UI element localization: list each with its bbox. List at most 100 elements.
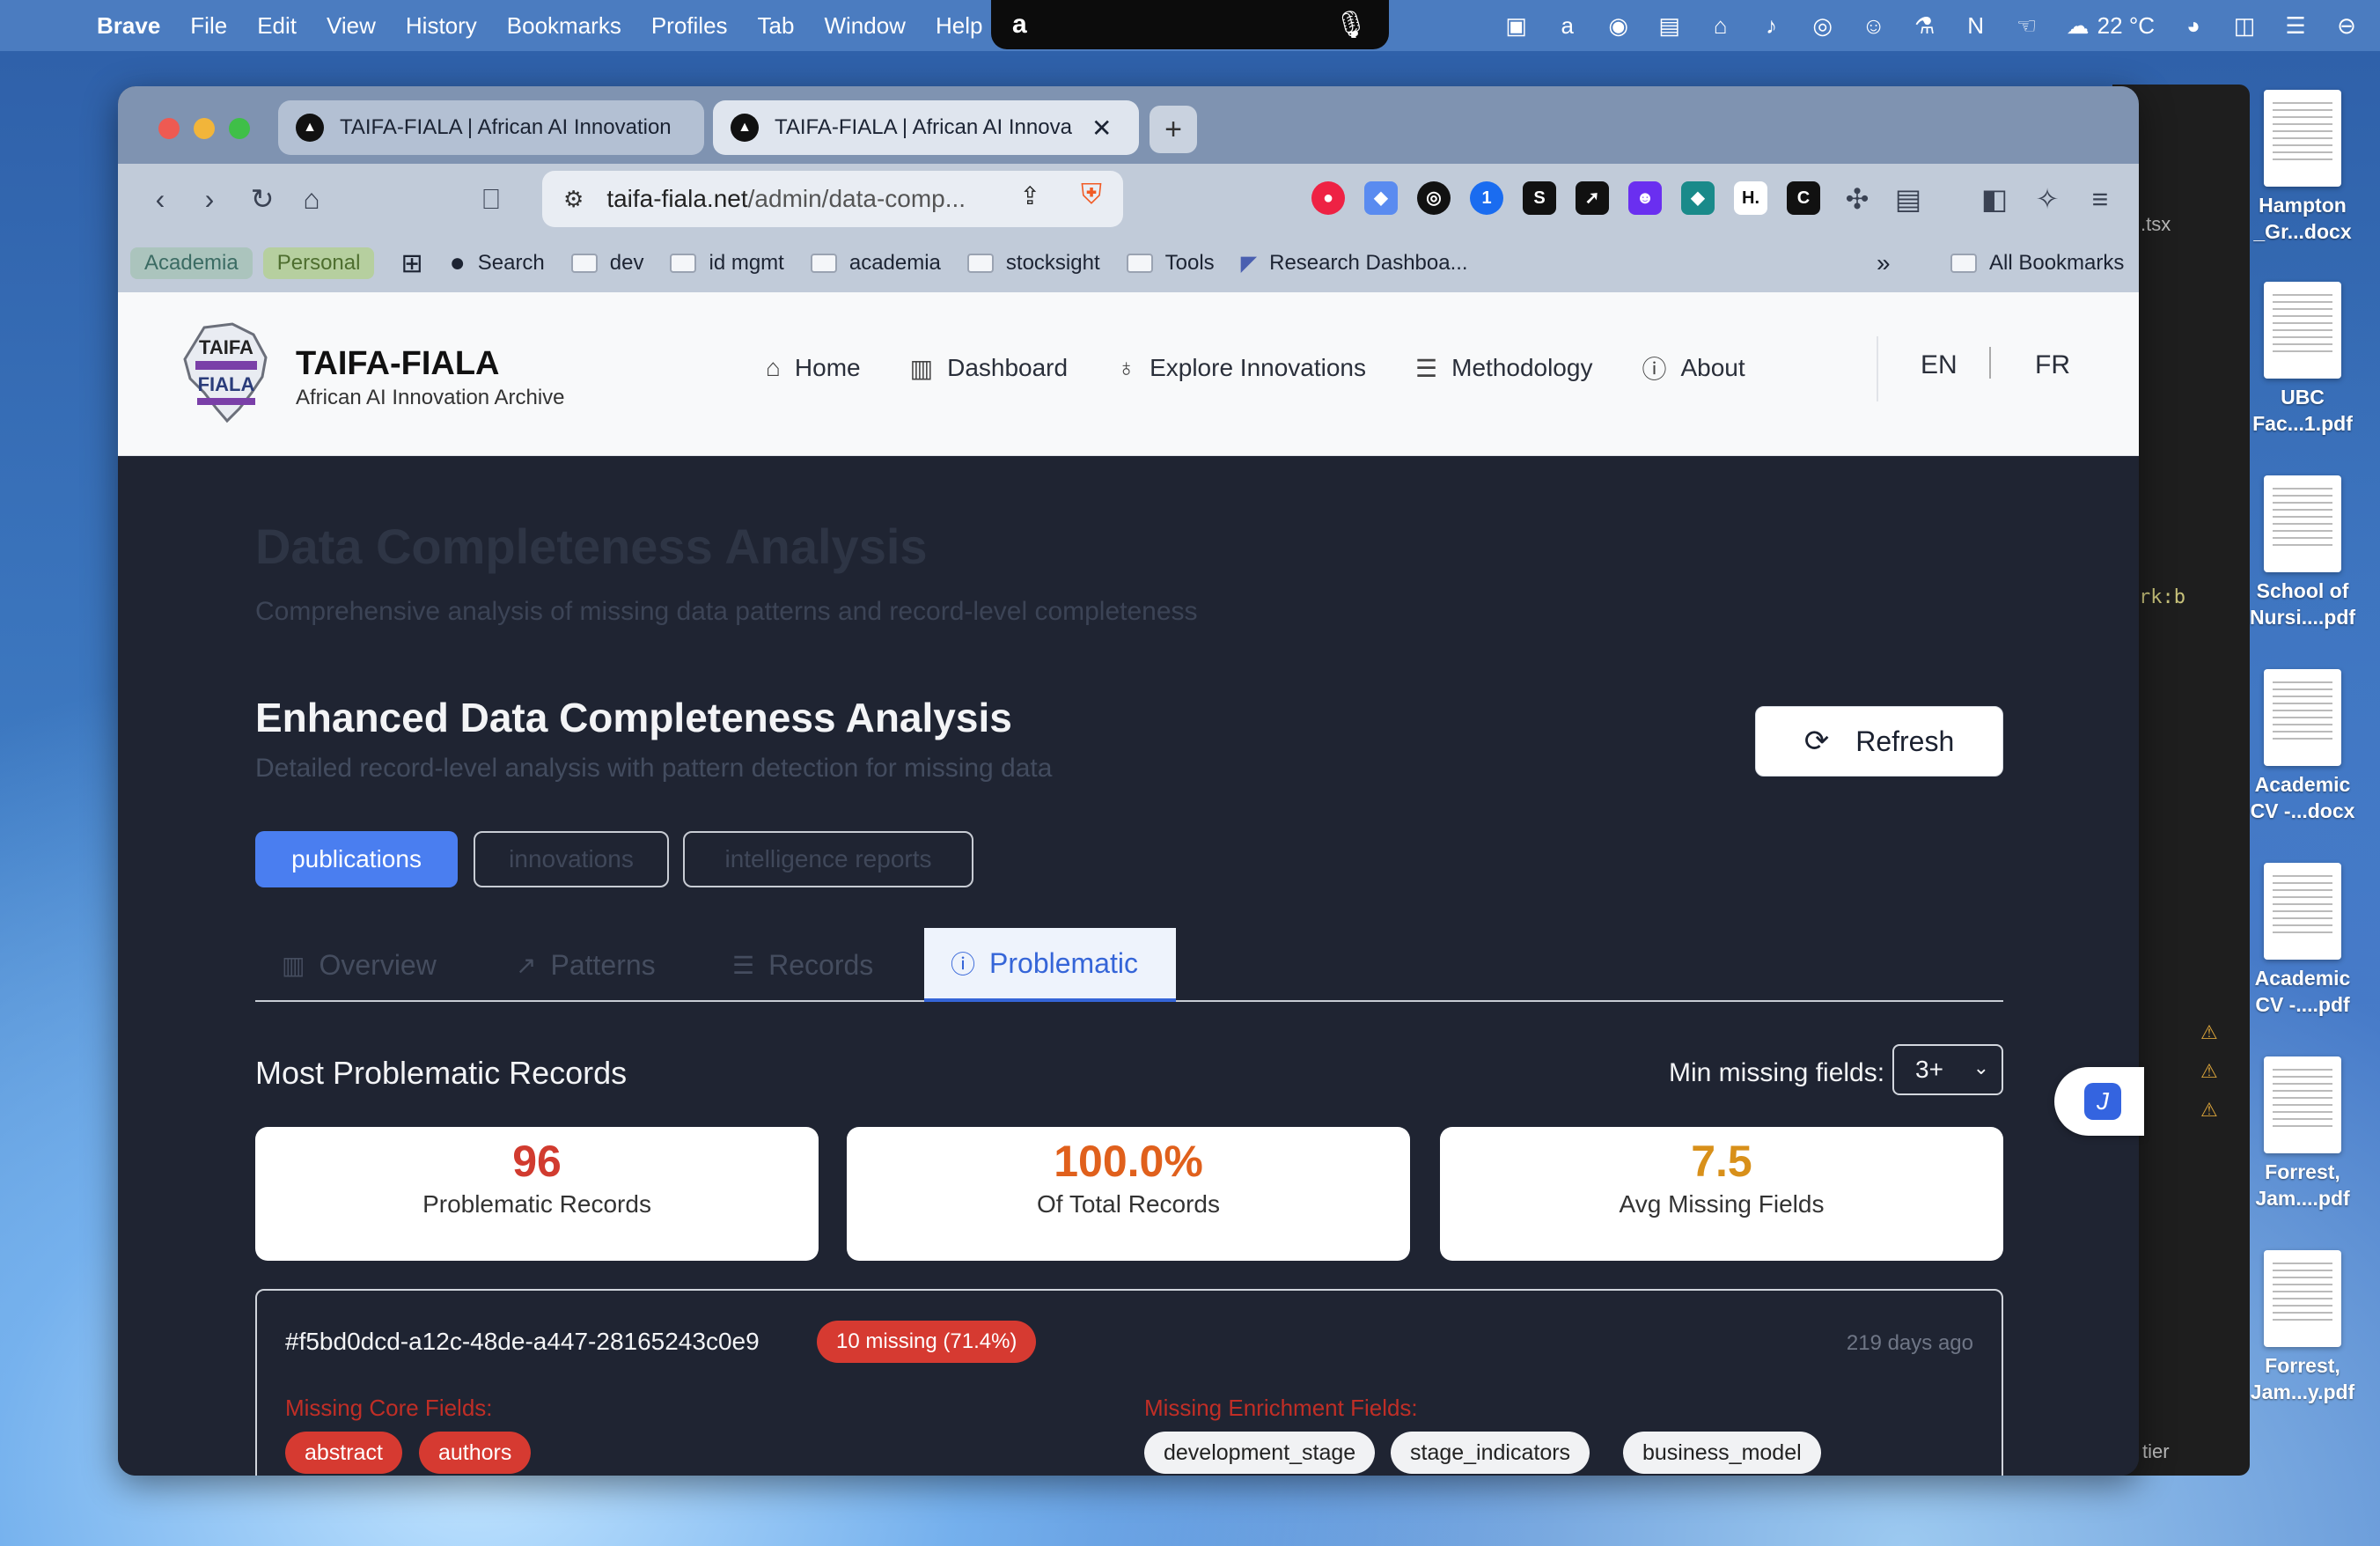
bookmark-folder-dev[interactable]: dev	[570, 251, 643, 276]
c-extension-icon[interactable]: C	[1787, 181, 1820, 215]
record-icon[interactable]: ◉	[1606, 12, 1631, 40]
desktop-file[interactable]: UBC Fac...1.pdf	[2243, 282, 2362, 437]
send-extension-icon[interactable]: ➚	[1576, 181, 1609, 215]
reader-icon[interactable]: ▤	[1891, 181, 1926, 217]
minimize-window-button[interactable]	[194, 118, 215, 139]
sidebar-toggle-icon[interactable]: ◧	[1977, 181, 2012, 217]
menu-help[interactable]: Help	[936, 12, 982, 40]
dictation-bar[interactable]: a 🎙	[991, 0, 1389, 49]
desktop-file[interactable]: Forrest, Jam...y.pdf	[2243, 1250, 2362, 1405]
h-extension-icon[interactable]: H.	[1734, 181, 1767, 215]
desktop-file[interactable]: Academic CV -....pdf	[2243, 863, 2362, 1018]
tab-records[interactable]: ☰ Records	[732, 928, 873, 1002]
menu-tab[interactable]: Tab	[758, 12, 795, 40]
nav-explore-innovations[interactable]: ♁ Explore Innovations	[1117, 354, 1366, 382]
desktop-file[interactable]: School of Nursi....pdf	[2243, 475, 2362, 630]
scribe-extension-icon[interactable]: S	[1523, 181, 1556, 215]
refresh-button[interactable]: ⟳ Refresh	[1755, 706, 2003, 777]
bookmark-research-dashboard[interactable]: ◤ Research Dashboa...	[1241, 251, 1468, 276]
tab-overview[interactable]: ▥ Overview	[282, 928, 437, 1002]
fingerprint-icon[interactable]: ◎	[1811, 12, 1835, 40]
circle-extension-icon[interactable]: ◎	[1417, 181, 1451, 215]
dataset-tab-publications[interactable]: publications	[255, 831, 458, 887]
brave-shields-icon[interactable]: ⛨	[1081, 178, 1102, 211]
tab-patterns[interactable]: ↗ Patterns	[516, 928, 656, 1002]
copilot-icon[interactable]: ☺	[1862, 12, 1886, 40]
taifa-fiala-logo[interactable]: TAIFA FIALA	[178, 322, 275, 424]
lang-en[interactable]: EN	[1921, 350, 1958, 380]
nav-dashboard[interactable]: ▥ Dashboard	[910, 354, 1068, 383]
shortcut-icon[interactable]: ☜	[2015, 12, 2039, 40]
menu-edit[interactable]: Edit	[257, 12, 297, 40]
close-window-button[interactable]	[158, 118, 180, 139]
menu-file[interactable]: File	[190, 12, 227, 40]
problematic-record-card[interactable]: #f5bd0dcd-a12c-48de-a447-28165243c0e9 10…	[255, 1289, 2003, 1476]
menu-app-name[interactable]: Brave	[97, 12, 160, 40]
bookmark-folder-stocksight[interactable]: stocksight	[966, 251, 1100, 276]
weather-temp[interactable]: 22 °C	[2097, 12, 2155, 40]
min-missing-select[interactable]: 3+ ⌄	[1892, 1044, 2003, 1095]
bookmark-folder-tools[interactable]: Tools	[1126, 251, 1215, 276]
bookmark-folder-academia[interactable]: academia	[810, 251, 941, 276]
lang-fr[interactable]: FR	[2035, 350, 2070, 380]
bookmark-extension-icon[interactable]: ◆	[1364, 181, 1398, 215]
site-settings-icon[interactable]: ⚙	[563, 186, 584, 213]
tab-problematic[interactable]: ⓘ Problematic	[924, 928, 1176, 1002]
bookmark-icon[interactable]: ⎕	[474, 181, 509, 217]
menu-history[interactable]: History	[406, 12, 477, 40]
home-icon[interactable]: ⌂	[294, 181, 329, 217]
brand-title[interactable]: TAIFA-FIALA	[296, 345, 499, 383]
screen-icon[interactable]: ▣	[1504, 12, 1529, 40]
menu-profiles[interactable]: Profiles	[651, 12, 728, 40]
browser-tab-active[interactable]: ▲ TAIFA-FIALA | African AI Innova ✕	[713, 100, 1139, 155]
reload-icon[interactable]: ↻	[245, 181, 280, 217]
menu-window[interactable]: Window	[824, 12, 905, 40]
profile-chip-personal[interactable]: Personal	[262, 247, 375, 279]
dataset-tab-intelligence-reports[interactable]: intelligence reports	[683, 831, 973, 887]
profile-chip-academia[interactable]: Academia	[130, 247, 253, 279]
all-bookmarks[interactable]: All Bookmarks	[1950, 251, 2124, 276]
browser-tab[interactable]: ▲ TAIFA-FIALA | African AI Innovation	[278, 100, 704, 155]
share-icon[interactable]: ⇪	[1020, 181, 1040, 210]
cat-extension-icon[interactable]: ☻	[1628, 181, 1662, 215]
floating-assistant-button[interactable]: J	[2054, 1067, 2144, 1136]
address-bar[interactable]: ⚙ taifa-fiala.net/admin/data-comp... ⇪ ⛨	[542, 171, 1123, 227]
desktop-file[interactable]: Hampton _Gr...docx	[2243, 90, 2362, 245]
password-manager-icon[interactable]: 1	[1470, 181, 1503, 215]
dataset-tab-innovations[interactable]: innovations	[474, 831, 669, 887]
minus-circle-icon[interactable]: ⊖	[2334, 12, 2359, 40]
bookmark-folder-id-mgmt[interactable]: id mgmt	[670, 251, 784, 276]
apps-grid-icon[interactable]: ⊞	[400, 248, 422, 279]
nav-home[interactable]: ⌂ Home	[766, 354, 861, 382]
leo-ai-icon[interactable]: ✧	[2030, 181, 2065, 217]
broom-icon[interactable]: ⌂	[1708, 12, 1733, 40]
maximize-window-button[interactable]	[229, 118, 250, 139]
bookmark-search[interactable]: ● Search	[450, 248, 545, 278]
color-icon[interactable]: ◕	[2181, 12, 2206, 40]
flask-icon[interactable]: ⚗	[1913, 12, 1937, 40]
layers-extension-icon[interactable]: ◆	[1681, 181, 1715, 215]
chart-icon[interactable]: ▤	[1657, 12, 1682, 40]
assistant-status-icon[interactable]: a	[1555, 12, 1580, 40]
forward-icon[interactable]: ›	[192, 181, 227, 217]
window-icon[interactable]: ◫	[2232, 12, 2257, 40]
menu-icon[interactable]: ≡	[2082, 181, 2118, 217]
desktop-file[interactable]: Academic CV -...docx	[2243, 669, 2362, 824]
apple-icon[interactable]	[32, 12, 56, 39]
control-center-icon[interactable]: ☰	[2283, 12, 2308, 40]
microphone-icon[interactable]: 🎙	[1334, 10, 1368, 40]
menu-view[interactable]: View	[327, 12, 376, 40]
menu-bookmarks[interactable]: Bookmarks	[507, 12, 621, 40]
pokeball-extension-icon[interactable]: ●	[1311, 181, 1345, 215]
nav-methodology[interactable]: ☰ Methodology	[1415, 354, 1592, 383]
nav-about[interactable]: ⓘ About	[1642, 350, 1745, 386]
new-tab-button[interactable]: +	[1150, 106, 1197, 153]
more-bookmarks-icon[interactable]: »	[1877, 249, 1891, 277]
back-icon[interactable]: ‹	[143, 181, 178, 217]
desktop-file[interactable]: Forrest, Jam....pdf	[2243, 1056, 2362, 1211]
extensions-puzzle-icon[interactable]: ✣	[1840, 181, 1875, 217]
weather-icon[interactable]: ☁	[2066, 12, 2090, 40]
close-tab-icon[interactable]: ✕	[1091, 114, 1112, 143]
mic-status-icon[interactable]: ♪	[1759, 12, 1784, 40]
notion-icon[interactable]: N	[1964, 12, 1988, 40]
